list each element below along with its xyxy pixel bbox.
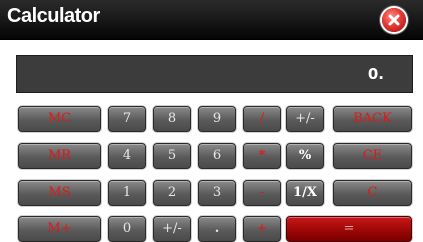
title-bar: Calculator (0, 0, 423, 40)
add-button[interactable]: + (243, 216, 281, 242)
percent-button[interactable]: % (286, 143, 324, 169)
display-panel: 0. (16, 55, 413, 93)
clear-button[interactable]: C (333, 180, 412, 206)
calculator-window: Calculator 0. MC 7 8 9 / +/- BACK MR 4 5… (0, 0, 423, 242)
clear-entry-button[interactable]: CE (333, 143, 412, 169)
digit-5-button[interactable]: 5 (153, 143, 191, 169)
divide-button[interactable]: / (243, 106, 281, 132)
close-button[interactable] (382, 8, 406, 32)
multiply-button[interactable]: * (243, 143, 281, 169)
sign-toggle-button[interactable]: +/- (286, 106, 324, 132)
digit-9-button[interactable]: 9 (198, 106, 236, 132)
memory-store-button[interactable]: MS (18, 180, 101, 206)
decimal-point-button[interactable]: . (198, 216, 236, 242)
backspace-button[interactable]: BACK (333, 106, 412, 132)
digit-0-button[interactable]: 0 (108, 216, 146, 242)
close-icon (388, 14, 400, 26)
digit-4-button[interactable]: 4 (108, 143, 146, 169)
digit-2-button[interactable]: 2 (153, 180, 191, 206)
digit-6-button[interactable]: 6 (198, 143, 236, 169)
equals-button[interactable]: = (286, 216, 412, 242)
memory-add-button[interactable]: M+ (18, 216, 101, 242)
digit-3-button[interactable]: 3 (198, 180, 236, 206)
digit-7-button[interactable]: 7 (108, 106, 146, 132)
reciprocal-button[interactable]: 1/X (286, 180, 324, 206)
sign-toggle-button-bottom[interactable]: +/- (153, 216, 191, 242)
subtract-button[interactable]: - (243, 180, 281, 206)
memory-clear-button[interactable]: MC (18, 106, 101, 132)
digit-8-button[interactable]: 8 (153, 106, 191, 132)
memory-recall-button[interactable]: MR (18, 143, 101, 169)
display-value: 0. (367, 65, 384, 83)
window-title: Calculator (7, 5, 100, 27)
digit-1-button[interactable]: 1 (108, 180, 146, 206)
